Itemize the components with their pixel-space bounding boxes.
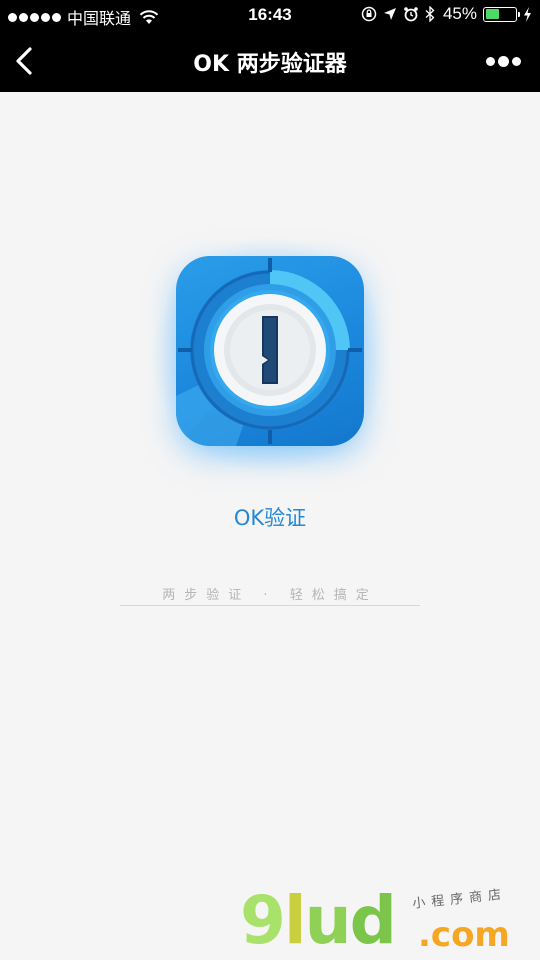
more-button[interactable] <box>486 52 522 70</box>
location-arrow-icon <box>383 8 396 20</box>
watermark-domain: .com <box>418 915 510 955</box>
app-name: OK验证 <box>233 506 307 530</box>
watermark-subtitle: 小程序商店 <box>411 887 508 912</box>
watermark-logo: 9lud <box>240 888 397 954</box>
battery-icon <box>483 6 520 22</box>
tagline-divider <box>120 605 420 606</box>
charging-icon <box>524 6 531 22</box>
watermark-logo-char: u <box>304 882 352 959</box>
nav-bar: OK 两步验证器 <box>0 30 540 92</box>
keyhole-lock-icon <box>176 258 362 446</box>
battery-percent: 45% <box>442 4 477 23</box>
watermark-logo-char: d <box>349 882 397 959</box>
app-icon <box>176 256 364 446</box>
watermark-logo-char: l <box>283 882 307 959</box>
more-dots-icon <box>486 56 495 66</box>
status-bar: 中国联通 16:43 45% <box>0 0 540 30</box>
status-bar-right: 45% <box>361 4 532 24</box>
page-title: OK 两步验证器 <box>193 52 347 77</box>
rotation-lock-icon <box>361 6 377 22</box>
bluetooth-icon <box>425 6 435 22</box>
tagline: 两步验证 · 轻松搞定 <box>162 588 378 603</box>
battery-level-fill <box>485 9 499 19</box>
alarm-icon <box>404 7 418 22</box>
watermark-logo-char: 9 <box>240 882 286 959</box>
